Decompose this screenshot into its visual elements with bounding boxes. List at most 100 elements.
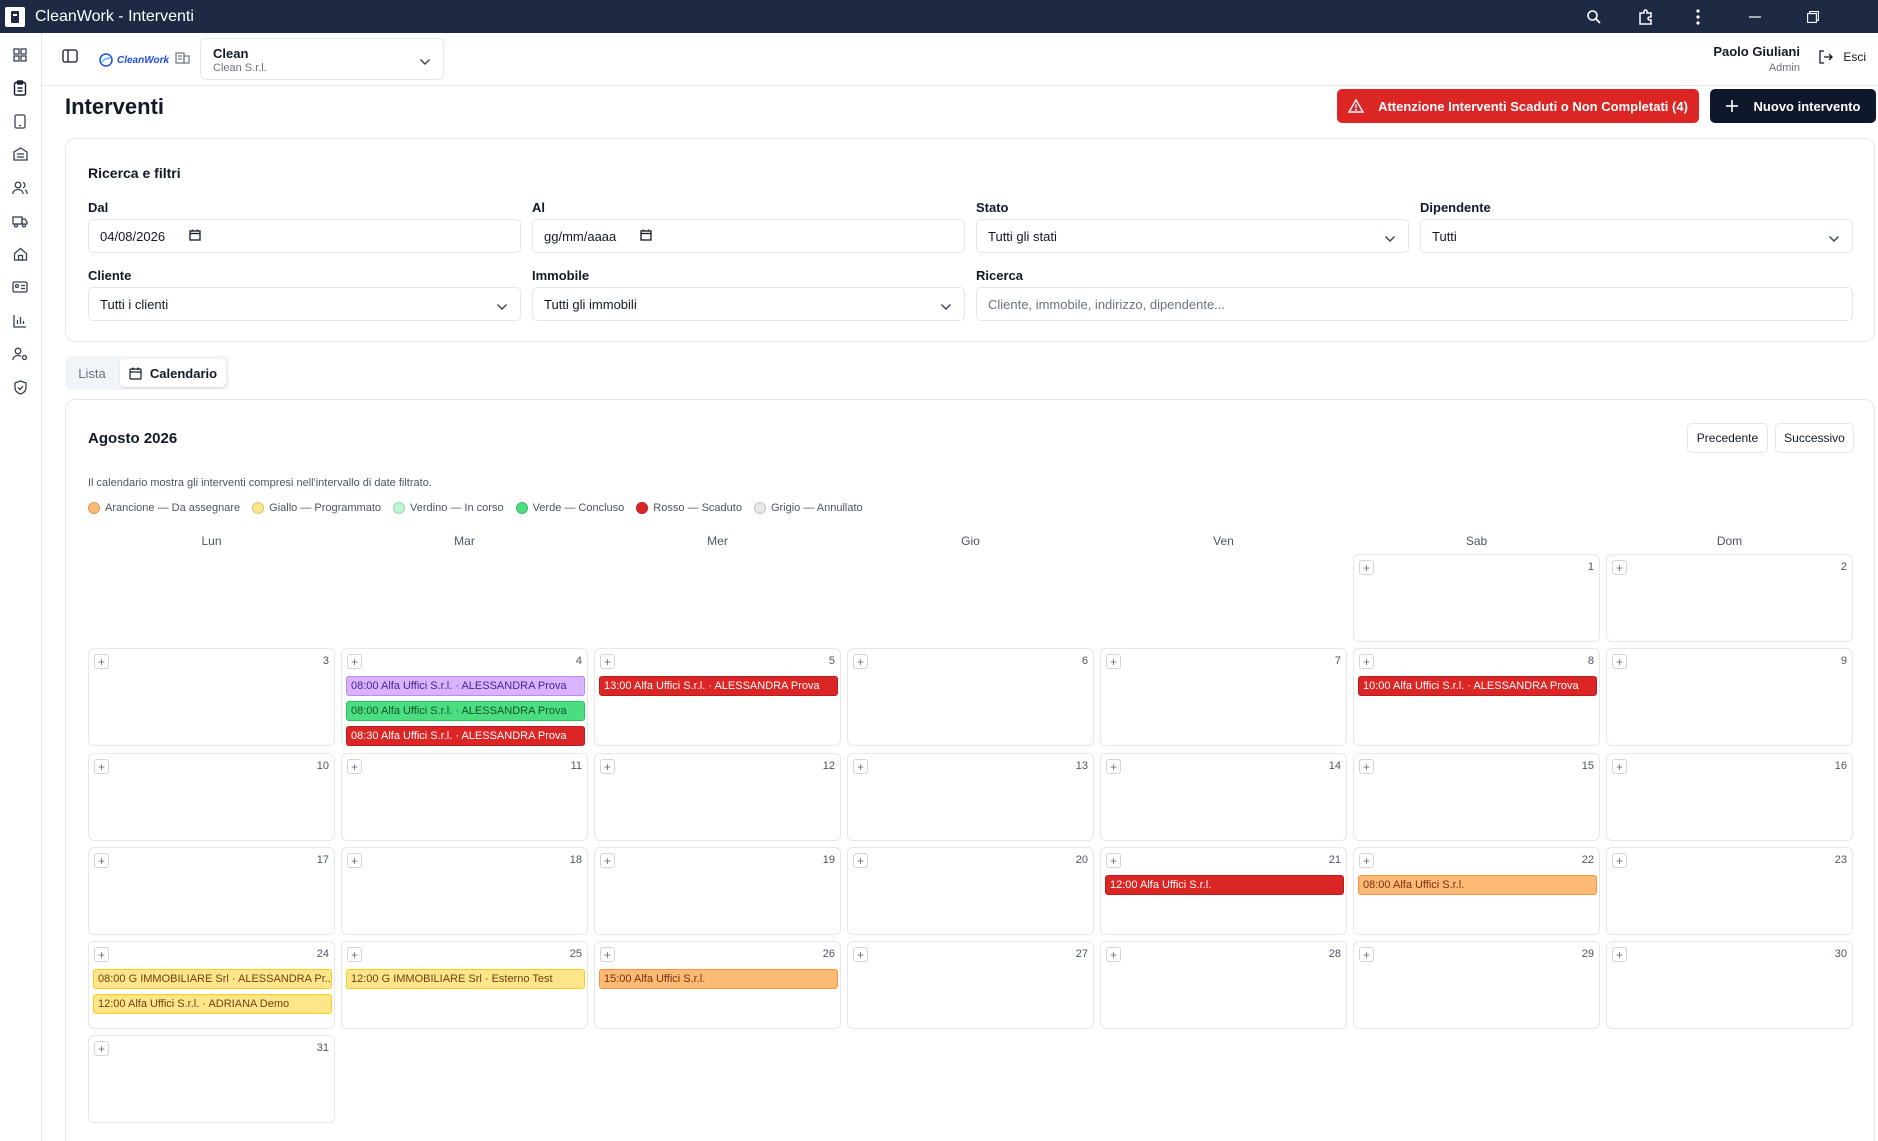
cliente-select[interactable]: Tutti i clienti <box>88 287 521 321</box>
home-icon[interactable] <box>10 244 30 264</box>
calendar-event[interactable]: 12:00 G IMMOBILIARE Srl · Esterno Test <box>346 969 585 989</box>
add-event-icon[interactable]: + <box>347 947 362 962</box>
restore-button[interactable] <box>1786 0 1840 33</box>
calendar-event[interactable]: 08:00 Alfa Uffici S.r.l. · ALESSANDRA Pr… <box>346 676 585 696</box>
calendar-day[interactable]: +10 <box>88 753 335 841</box>
calendar-day[interactable]: +16 <box>1606 753 1853 841</box>
tab-calendario[interactable]: Calendario <box>120 359 226 387</box>
dashboard-icon[interactable] <box>10 45 30 65</box>
add-event-icon[interactable]: + <box>1359 654 1374 669</box>
calendar-event[interactable]: 12:00 Alfa Uffici S.r.l. · ADRIANA Demo <box>93 994 332 1014</box>
calendar-day[interactable]: +13 <box>847 753 1094 841</box>
calendar-day[interactable]: +1 <box>1353 554 1600 642</box>
add-event-icon[interactable]: + <box>853 853 868 868</box>
calendar-event[interactable]: 08:00 Alfa Uffici S.r.l. <box>1358 875 1597 895</box>
add-event-icon[interactable]: + <box>600 947 615 962</box>
user-settings-icon[interactable] <box>10 344 30 364</box>
add-event-icon[interactable]: + <box>1612 759 1627 774</box>
calendar-day[interactable]: +27 <box>847 941 1094 1029</box>
calendar-day[interactable]: +30 <box>1606 941 1853 1029</box>
dal-date-input[interactable]: 04/08/2026 <box>88 219 521 253</box>
add-event-icon[interactable]: + <box>1612 560 1627 575</box>
calendar-day[interactable]: +11 <box>341 753 588 841</box>
calendar-event[interactable]: 08:00 G IMMOBILIARE Srl · ALESSANDRA Pr.… <box>93 969 332 989</box>
calendar-day[interactable]: +18 <box>341 847 588 935</box>
add-event-icon[interactable]: + <box>1106 947 1121 962</box>
building-icon[interactable] <box>10 144 30 164</box>
calendar-day[interactable]: +4 08:00 Alfa Uffici S.r.l. · ALESSANDRA … <box>341 648 588 746</box>
add-event-icon[interactable]: + <box>1106 759 1121 774</box>
calendar-day[interactable]: +29 <box>1353 941 1600 1029</box>
users-icon[interactable] <box>10 178 30 198</box>
calendar-day[interactable]: +28 <box>1100 941 1347 1029</box>
next-month-button[interactable]: Successivo <box>1775 423 1854 453</box>
add-event-icon[interactable]: + <box>600 853 615 868</box>
logout-button[interactable]: Esci <box>1818 50 1866 64</box>
clipboard-icon[interactable] <box>10 78 30 98</box>
calendar-day[interactable]: +20 <box>847 847 1094 935</box>
add-event-icon[interactable]: + <box>1612 853 1627 868</box>
more-menu-icon[interactable] <box>1672 0 1724 33</box>
dipendente-select[interactable]: Tutti <box>1420 219 1853 253</box>
tablet-icon[interactable] <box>10 111 30 131</box>
new-intervention-button[interactable]: Nuovo intervento <box>1710 89 1876 123</box>
add-event-icon[interactable]: + <box>94 759 109 774</box>
add-event-icon[interactable]: + <box>1106 654 1121 669</box>
calendar-day[interactable]: +12 <box>594 753 841 841</box>
add-event-icon[interactable]: + <box>600 654 615 669</box>
previous-month-button[interactable]: Precedente <box>1687 423 1768 453</box>
calendar-day[interactable]: +2 <box>1606 554 1853 642</box>
calendar-event[interactable]: 13:00 Alfa Uffici S.r.l. · ALESSANDRA Pr… <box>599 676 838 696</box>
calendar-day[interactable]: +21 12:00 Alfa Uffici S.r.l. <box>1100 847 1347 935</box>
calendar-day[interactable]: +19 <box>594 847 841 935</box>
ricerca-input[interactable]: Cliente, immobile, indirizzo, dipendente… <box>976 287 1853 321</box>
calendar-event[interactable]: 10:00 Alfa Uffici S.r.l. · ALESSANDRA Pr… <box>1358 676 1597 696</box>
add-event-icon[interactable]: + <box>1612 654 1627 669</box>
add-event-icon[interactable]: + <box>94 947 109 962</box>
add-event-icon[interactable]: + <box>853 654 868 669</box>
add-event-icon[interactable]: + <box>94 853 109 868</box>
calendar-day[interactable]: +31 <box>88 1035 335 1123</box>
add-event-icon[interactable]: + <box>1359 759 1374 774</box>
add-event-icon[interactable]: + <box>1359 853 1374 868</box>
calendar-event[interactable]: 12:00 Alfa Uffici S.r.l. <box>1105 875 1344 895</box>
calendar-day[interactable]: +24 08:00 G IMMOBILIARE Srl · ALESSANDRA … <box>88 941 335 1029</box>
add-event-icon[interactable]: + <box>853 947 868 962</box>
calendar-day[interactable]: +8 10:00 Alfa Uffici S.r.l. · ALESSANDRA … <box>1353 648 1600 746</box>
add-event-icon[interactable]: + <box>347 654 362 669</box>
calendar-day[interactable]: +3 <box>88 648 335 746</box>
add-event-icon[interactable]: + <box>1612 947 1627 962</box>
minimize-button[interactable] <box>1724 0 1786 33</box>
stato-select[interactable]: Tutti gli stati <box>976 219 1409 253</box>
calendar-day[interactable]: +14 <box>1100 753 1347 841</box>
calendar-day[interactable]: +7 <box>1100 648 1347 746</box>
zoom-icon[interactable] <box>1568 0 1620 33</box>
truck-icon[interactable] <box>10 211 30 231</box>
calendar-day[interactable]: +25 12:00 G IMMOBILIARE Srl · Esterno Tes… <box>341 941 588 1029</box>
id-card-icon[interactable] <box>10 277 30 297</box>
add-event-icon[interactable]: + <box>600 759 615 774</box>
calendar-event[interactable]: 08:00 Alfa Uffici S.r.l. · ALESSANDRA Pr… <box>346 701 585 721</box>
add-event-icon[interactable]: + <box>347 759 362 774</box>
add-event-icon[interactable]: + <box>94 654 109 669</box>
immobile-select[interactable]: Tutti gli immobili <box>532 287 965 321</box>
add-event-icon[interactable]: + <box>1359 560 1374 575</box>
extensions-icon[interactable] <box>1620 0 1672 33</box>
add-event-icon[interactable]: + <box>1359 947 1374 962</box>
tab-lista[interactable]: Lista <box>65 356 119 390</box>
calendar-day[interactable]: +6 <box>847 648 1094 746</box>
al-date-input[interactable]: gg/mm/aaaa <box>532 219 965 253</box>
add-event-icon[interactable]: + <box>347 853 362 868</box>
sidebar-toggle-icon[interactable] <box>62 49 82 69</box>
calendar-day[interactable]: +9 <box>1606 648 1853 746</box>
add-event-icon[interactable]: + <box>1106 853 1121 868</box>
calendar-event[interactable]: 08:30 Alfa Uffici S.r.l. · ALESSANDRA Pr… <box>346 726 585 746</box>
shield-icon[interactable] <box>10 377 30 397</box>
overdue-alert-button[interactable]: Attenzione Interventi Scaduti o Non Comp… <box>1337 89 1699 123</box>
bar-chart-icon[interactable] <box>10 311 30 331</box>
calendar-event[interactable]: 15:00 Alfa Uffici S.r.l. <box>599 969 838 989</box>
calendar-day[interactable]: +26 15:00 Alfa Uffici S.r.l. <box>594 941 841 1029</box>
add-event-icon[interactable]: + <box>94 1041 109 1056</box>
calendar-day[interactable]: +17 <box>88 847 335 935</box>
calendar-day[interactable]: +23 <box>1606 847 1853 935</box>
